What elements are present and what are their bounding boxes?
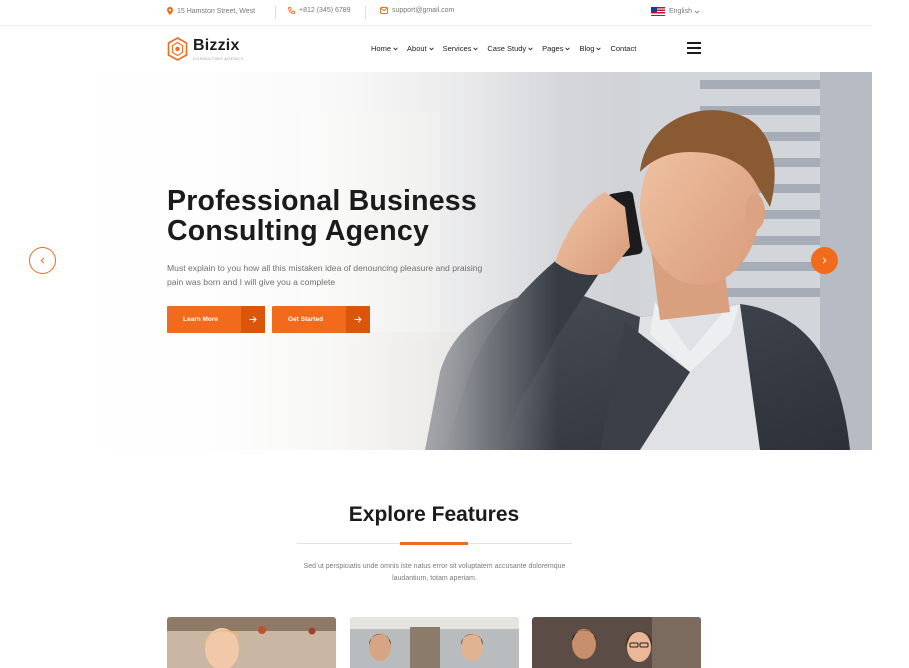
- main-nav: Home About Services Case Study Pages Blo…: [371, 44, 645, 53]
- chevron-right-icon: [822, 257, 827, 264]
- chevron-down-icon: [565, 47, 571, 50]
- nav-label: About: [407, 44, 427, 53]
- email-text: support@gmail.com: [392, 7, 455, 14]
- nav-label: Blog: [579, 44, 595, 53]
- chevron-down-icon: [473, 47, 479, 50]
- nav-item-blog[interactable]: Blog: [579, 44, 602, 53]
- nav-item-home[interactable]: Home: [371, 44, 398, 53]
- nav-item-pages[interactable]: Pages: [542, 44, 571, 53]
- feature-photo: [532, 617, 701, 668]
- chevron-down-icon: [694, 9, 700, 14]
- feature-photo: [167, 617, 336, 668]
- map-pin-icon: [167, 7, 173, 15]
- phone-icon: [288, 7, 295, 14]
- chevron-down-icon: [393, 47, 398, 50]
- address-contact: 15 Hamston Street, West: [167, 7, 255, 15]
- feature-card-image[interactable]: [167, 617, 336, 668]
- feature-photo: [350, 617, 519, 668]
- title-underline: [400, 542, 468, 545]
- logo-mark-icon: [167, 37, 188, 61]
- nav-item-contact[interactable]: Contact: [610, 44, 636, 53]
- hero-title: Professional Business Consulting Agency: [167, 186, 477, 246]
- hamburger-icon[interactable]: [687, 42, 701, 54]
- chevron-down-icon: [596, 47, 602, 50]
- arrow-right-icon: [346, 306, 370, 333]
- hero-title-line: Professional Business: [167, 185, 477, 217]
- nav-label: Services: [442, 44, 472, 53]
- learn-more-button[interactable]: Learn More: [167, 306, 265, 333]
- nav-item-case-study[interactable]: Case Study: [487, 44, 533, 53]
- chevron-down-icon: [428, 47, 434, 50]
- address-text: 15 Hamston Street, West: [177, 7, 256, 15]
- hero-slider: Professional Business Consulting Agency …: [0, 72, 872, 450]
- phone-contact[interactable]: +812 (345) 6789: [288, 7, 351, 14]
- chevron-down-icon: [528, 47, 533, 50]
- mail-icon: [380, 7, 388, 14]
- nav-item-about[interactable]: About: [407, 44, 434, 53]
- hero-title-line: Consulting Agency: [167, 215, 430, 247]
- slider-next-button[interactable]: [811, 247, 838, 274]
- phone-text: +812 (345) 6789: [299, 7, 351, 14]
- top-contact-bar: 15 Hamston Street, West +812 (345) 6789 …: [0, 0, 872, 26]
- email-contact[interactable]: support@gmail.com: [380, 7, 454, 14]
- get-started-button[interactable]: Get Started: [272, 306, 370, 333]
- nav-label: Pages: [542, 44, 564, 53]
- divider: [365, 6, 366, 19]
- brand-name: Bizzix: [193, 36, 240, 54]
- nav-item-services[interactable]: Services: [443, 44, 479, 53]
- feature-card-image[interactable]: [532, 617, 701, 668]
- feature-card-image[interactable]: [350, 617, 519, 668]
- language-label: English: [669, 8, 692, 15]
- language-selector[interactable]: English: [651, 7, 700, 16]
- us-flag-icon: [651, 7, 665, 16]
- chevron-left-icon: [40, 257, 45, 264]
- button-label: Get Started: [288, 316, 324, 323]
- button-label: Learn More: [183, 316, 219, 323]
- nav-label: Contact: [610, 44, 637, 53]
- arrow-right-icon: [241, 306, 265, 333]
- section-description: Sed ut perspiciatis unde omnis iste natu…: [303, 563, 566, 582]
- hero-description: Must explain to you how all this mistake…: [167, 263, 483, 287]
- slider-prev-button[interactable]: [29, 247, 56, 274]
- divider: [275, 6, 276, 19]
- nav-label: Case Study: [487, 44, 527, 53]
- logo[interactable]: Bizzix Consulting Agency: [167, 37, 244, 61]
- section-title: Explore Features: [348, 503, 520, 526]
- nav-label: Home: [371, 44, 392, 53]
- site-header: Bizzix Consulting Agency Home About Serv…: [0, 27, 872, 72]
- brand-tagline: Consulting Agency: [193, 55, 244, 61]
